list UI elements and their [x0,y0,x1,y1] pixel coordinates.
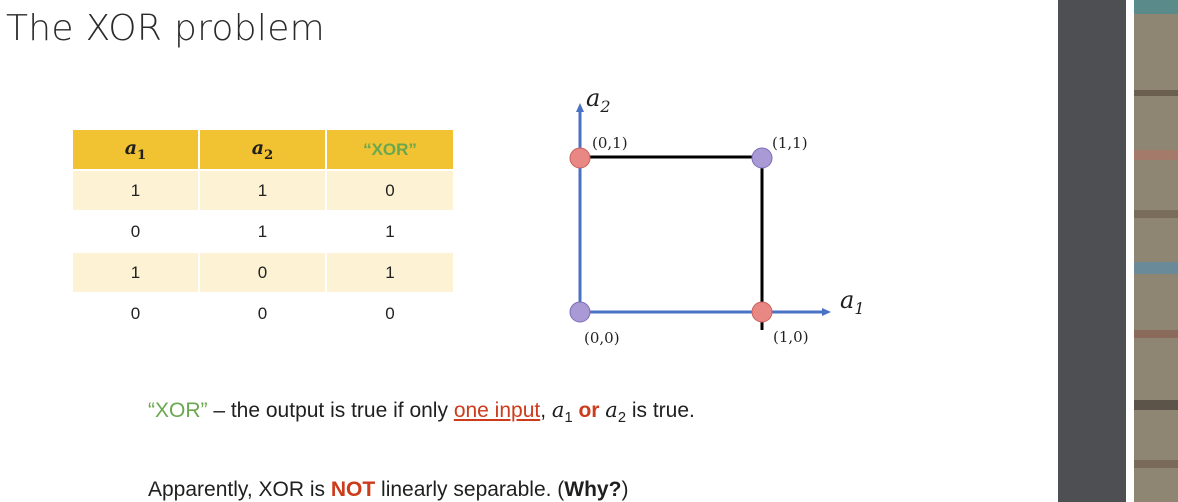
table-cell: 1 [326,251,453,293]
desc-var-a1: a [551,398,565,422]
table-cell: 1 [199,210,328,252]
side-thumbnail-strip [1134,0,1178,502]
desc-text-2: , [540,399,552,422]
table-cell: 1 [73,169,201,211]
point-1-0 [751,301,773,323]
xor-truth-table: a1 a2 “XOR” 1 1 0 0 1 1 1 0 1 0 0 0 [73,130,453,333]
desc-text-3: is true. [626,399,695,422]
label-1-1: (1,1) [772,134,808,152]
label-0-0: (0,0) [584,329,620,347]
desc-sub-2: 2 [617,410,626,427]
header-a1: a1 [73,130,201,170]
table-row: 0 1 1 [73,210,453,252]
label-1-0: (1,0) [773,328,809,346]
y-axis-label: a2 [586,84,611,116]
conclusion-text: Apparently, XOR is NOT linearly separabl… [148,478,628,502]
xor-description: “XOR” – the output is true if only one i… [148,398,695,426]
point-0-0 [569,301,591,323]
table-row: 1 1 0 [73,169,453,211]
conclusion-part3: ) [621,478,629,501]
header-a2-var: a [251,136,265,159]
desc-xor: “XOR” [148,399,208,422]
desc-one-input: one input [453,399,541,422]
conclusion-not: NOT [330,478,376,501]
table-row: 0 0 0 [73,292,453,333]
desc-sub-1: 1 [564,410,573,427]
point-1-1 [751,147,773,169]
point-0-1 [569,147,591,169]
conclusion-part2: linearly separable. ( [375,478,565,501]
table-header-row: a1 a2 “XOR” [73,130,453,170]
desc-or: or [578,399,600,422]
conclusion-part1: Apparently, XOR is [148,478,331,501]
header-a1-sub: 1 [137,147,147,163]
table-cell: 1 [199,169,328,211]
x-axis-label: a1 [840,286,865,318]
header-xor: “XOR” [326,130,453,170]
table-cell: 0 [199,251,328,293]
side-gap [1126,0,1134,502]
slide-title: The XOR problem [6,8,326,49]
table-cell: 0 [326,292,453,333]
table-row: 1 0 1 [73,251,453,293]
table-cell: 0 [326,169,453,211]
side-panel [1058,0,1126,502]
label-0-1: (0,1) [592,134,628,152]
table-cell: 0 [73,292,201,333]
table-cell: 1 [326,210,453,252]
desc-text-1: – the output is true if only [207,399,454,422]
header-a2: a2 [199,130,328,170]
desc-var-a2: a [605,398,618,422]
header-a1-var: a [124,136,138,159]
table-cell: 0 [199,292,328,333]
slide: The XOR problem a1 a2 “XOR” 1 1 0 0 1 1 … [0,0,1058,502]
table-cell: 1 [73,251,201,293]
conclusion-why: Why? [564,478,622,501]
header-a2-sub: 2 [264,147,274,163]
xor-plot: a2 a1 (0,0) (0,1) (1,0) (1,1) [569,84,865,347]
table-cell: 0 [73,210,201,252]
